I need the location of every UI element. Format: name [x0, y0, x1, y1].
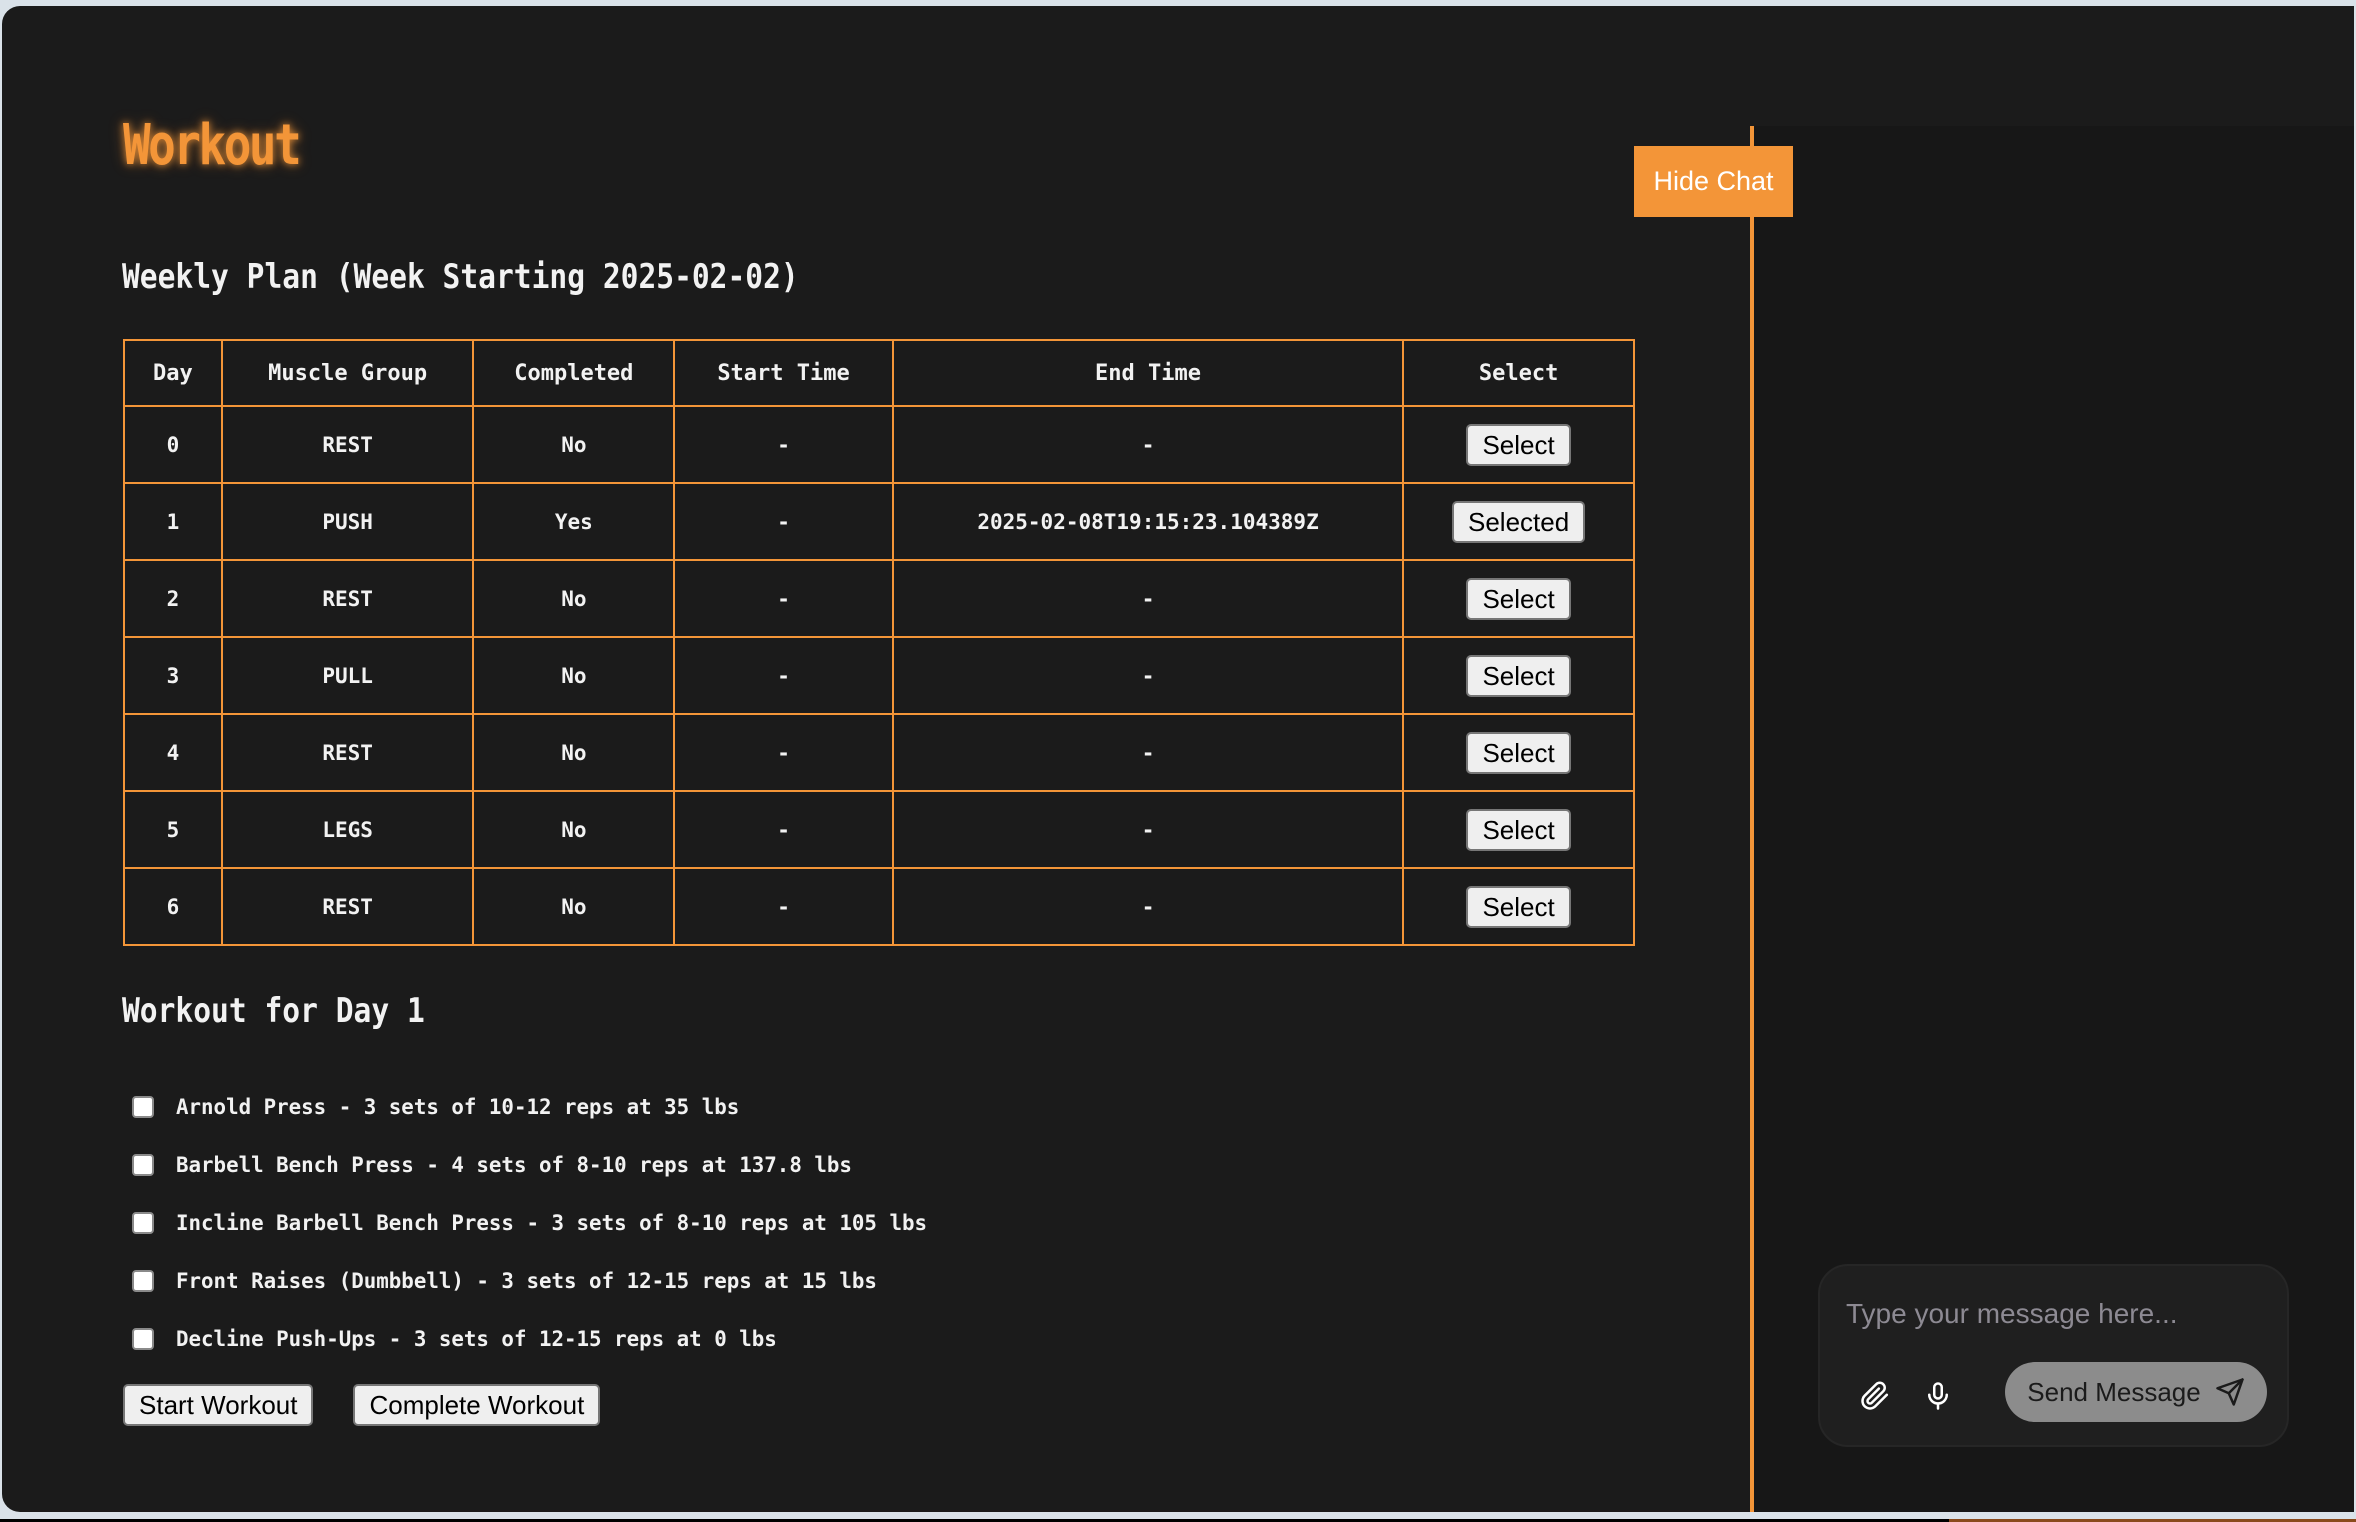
cell-end-time: - — [891, 790, 1405, 869]
exercise-list: Arnold Press - 3 sets of 10-12 reps at 3… — [130, 1078, 935, 1368]
cell-day: 2 — [123, 559, 223, 638]
cell-end-time: 2025-02-08T19:15:23.104389Z — [891, 482, 1405, 561]
chat-composer: Send Message — [1818, 1264, 2289, 1447]
exercise-checkbox[interactable] — [132, 1096, 154, 1118]
exercise-label: Arnold Press - 3 sets of 10-12 reps at 3… — [176, 1095, 740, 1119]
attach-button[interactable] — [1855, 1376, 1895, 1416]
table-row: 5 LEGS No - - Select — [123, 790, 1635, 869]
cell-select: Selected — [1402, 482, 1635, 561]
send-message-button[interactable]: Send Message — [2005, 1362, 2267, 1422]
cell-completed: No — [472, 636, 676, 715]
paperclip-icon — [1861, 1381, 1889, 1410]
cell-end-time: - — [891, 867, 1405, 946]
cell-start-time: - — [673, 867, 894, 946]
cell-day: 0 — [123, 405, 223, 484]
cell-select: Select — [1402, 790, 1635, 869]
start-workout-button[interactable]: Start Workout — [123, 1384, 314, 1426]
workout-actions: Start Workout Complete Workout — [123, 1384, 601, 1426]
table-row: 2 REST No - - Select — [123, 559, 1635, 638]
cell-muscle-group: REST — [220, 713, 475, 792]
exercise-label: Decline Push-Ups - 3 sets of 12-15 reps … — [176, 1327, 777, 1351]
column-header-end-time: End Time — [891, 339, 1405, 407]
cell-muscle-group: PULL — [220, 636, 475, 715]
cell-start-time: - — [673, 405, 894, 484]
select-day-button[interactable]: Select — [1466, 731, 1571, 774]
cell-end-time: - — [891, 713, 1405, 792]
cell-start-time: - — [673, 790, 894, 869]
cell-start-time: - — [673, 482, 894, 561]
cell-select: Select — [1402, 867, 1635, 946]
microphone-button[interactable] — [1918, 1376, 1958, 1416]
exercise-item: Decline Push-Ups - 3 sets of 12-15 reps … — [130, 1310, 935, 1368]
complete-workout-button[interactable]: Complete Workout — [353, 1384, 601, 1426]
table-row: 1 PUSH Yes - 2025-02-08T19:15:23.104389Z… — [123, 482, 1635, 561]
selected-day-button[interactable]: Selected — [1452, 500, 1586, 543]
cell-completed: No — [472, 713, 676, 792]
select-day-button[interactable]: Select — [1466, 577, 1571, 620]
select-day-button[interactable]: Select — [1466, 808, 1571, 851]
exercise-checkbox[interactable] — [132, 1328, 154, 1350]
cell-select: Select — [1402, 559, 1635, 638]
cell-completed: Yes — [472, 482, 676, 561]
column-header-day: Day — [123, 339, 223, 407]
cell-muscle-group: REST — [220, 867, 475, 946]
cell-end-time: - — [891, 405, 1405, 484]
weekly-plan-table: Day Muscle Group Completed Start Time En… — [123, 339, 1635, 946]
select-day-button[interactable]: Select — [1466, 654, 1571, 697]
cell-select: Select — [1402, 636, 1635, 715]
weekly-plan-heading: Weekly Plan (Week Starting 2025-02-02) — [122, 257, 799, 297]
cell-day: 5 — [123, 790, 223, 869]
chat-divider — [1750, 126, 1754, 1512]
cell-end-time: - — [891, 559, 1405, 638]
day-workout-heading: Workout for Day 1 — [122, 991, 425, 1031]
select-day-button[interactable]: Select — [1466, 885, 1571, 928]
app-window: Workout Weekly Plan (Week Starting 2025-… — [2, 6, 2354, 1512]
cell-completed: No — [472, 790, 676, 869]
send-message-label: Send Message — [2027, 1376, 2201, 1407]
column-header-select: Select — [1402, 339, 1635, 407]
table-row: 3 PULL No - - Select — [123, 636, 1635, 715]
chat-message-input[interactable] — [1844, 1288, 2268, 1340]
cell-completed: No — [472, 867, 676, 946]
cell-select: Select — [1402, 713, 1635, 792]
cell-completed: No — [472, 559, 676, 638]
send-icon — [2215, 1378, 2244, 1406]
cell-muscle-group: PUSH — [220, 482, 475, 561]
column-header-completed: Completed — [472, 339, 676, 407]
cell-completed: No — [472, 405, 676, 484]
cell-start-time: - — [673, 559, 894, 638]
table-row: 4 REST No - - Select — [123, 713, 1635, 792]
table-header-row: Day Muscle Group Completed Start Time En… — [123, 339, 1635, 407]
exercise-label: Incline Barbell Bench Press - 3 sets of … — [176, 1211, 928, 1235]
table-row: 6 REST No - - Select — [123, 867, 1635, 946]
cell-muscle-group: REST — [220, 559, 475, 638]
cell-start-time: - — [673, 636, 894, 715]
cell-day: 6 — [123, 867, 223, 946]
exercise-label: Barbell Bench Press - 4 sets of 8-10 rep… — [176, 1153, 852, 1177]
select-day-button[interactable]: Select — [1466, 423, 1571, 466]
exercise-checkbox[interactable] — [132, 1212, 154, 1234]
cell-end-time: - — [891, 636, 1405, 715]
table-row: 0 REST No - - Select — [123, 405, 1635, 484]
cell-day: 3 — [123, 636, 223, 715]
app-title: Workout — [123, 113, 302, 178]
cell-day: 1 — [123, 482, 223, 561]
cell-start-time: - — [673, 713, 894, 792]
exercise-item: Incline Barbell Bench Press - 3 sets of … — [130, 1194, 935, 1252]
cell-day: 4 — [123, 713, 223, 792]
exercise-checkbox[interactable] — [132, 1154, 154, 1176]
column-header-muscle-group: Muscle Group — [220, 339, 475, 407]
exercise-label: Front Raises (Dumbbell) - 3 sets of 12-1… — [176, 1269, 877, 1293]
hide-chat-button[interactable]: Hide Chat — [1634, 146, 1793, 217]
cell-muscle-group: REST — [220, 405, 475, 484]
exercise-item: Front Raises (Dumbbell) - 3 sets of 12-1… — [130, 1252, 935, 1310]
cell-muscle-group: LEGS — [220, 790, 475, 869]
column-header-start-time: Start Time — [673, 339, 894, 407]
cell-select: Select — [1402, 405, 1635, 484]
exercise-item: Barbell Bench Press - 4 sets of 8-10 rep… — [130, 1136, 935, 1194]
microphone-icon — [1928, 1382, 1948, 1410]
exercise-item: Arnold Press - 3 sets of 10-12 reps at 3… — [130, 1078, 935, 1136]
exercise-checkbox[interactable] — [132, 1270, 154, 1292]
